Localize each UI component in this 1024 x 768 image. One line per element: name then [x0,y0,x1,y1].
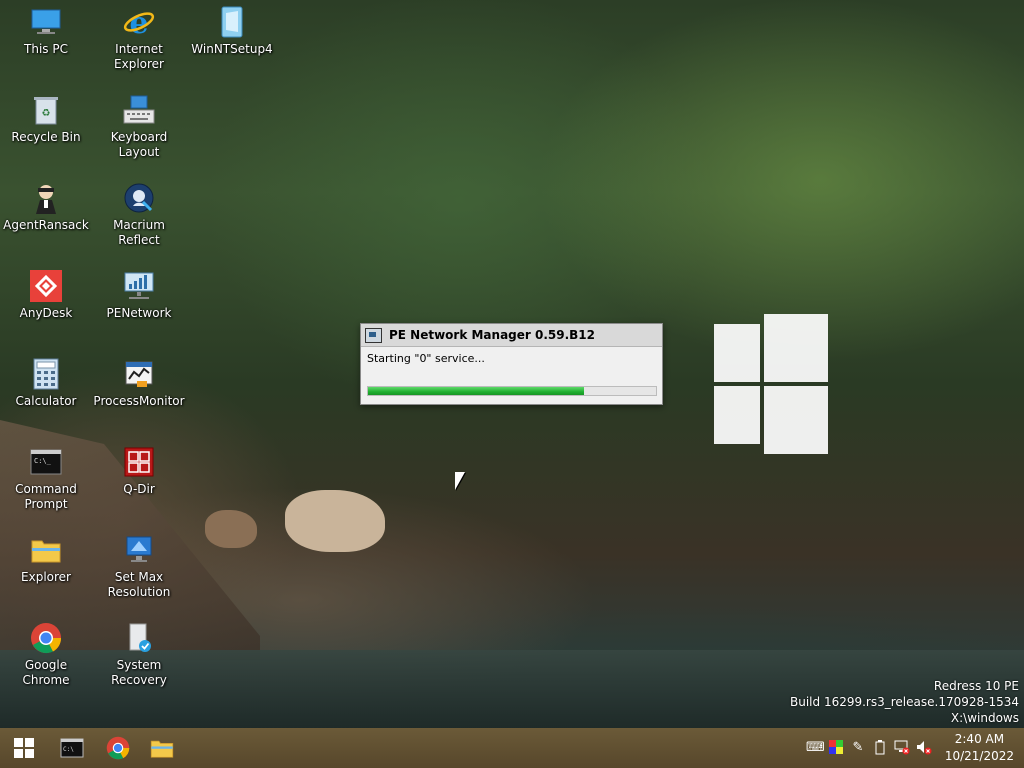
system-info-watermark: Redress 10 PE Build 16299.rs3_release.17… [790,678,1019,726]
desktop-icon-processmonitor[interactable]: ProcessMonitor [93,358,185,409]
desktop-icon-q-dir[interactable]: Q-Dir [93,446,185,497]
macrium-reflect-icon [123,182,155,214]
system-info-build: Build 16299.rs3_release.170928-1534 [790,695,1019,709]
taskbar-explorer[interactable] [142,732,182,764]
dialog-titlebar[interactable]: PE Network Manager 0.59.B12 [361,324,662,347]
desktop-icon-set-max-resolution[interactable]: Set Max Resolution [93,534,185,600]
pen-icon[interactable]: ✎ [850,740,866,756]
system-info-edition: Redress 10 PE [933,679,1019,693]
desktop-icon-calculator[interactable]: Calculator [0,358,92,409]
system-recovery-icon [123,622,155,654]
desktop-icon-internet-explorer[interactable]: e Internet Explorer [93,6,185,72]
qdir-icon [123,446,155,478]
dialog-title: PE Network Manager 0.59.B12 [389,328,596,342]
taskbar-clock[interactable]: 2:40 AM 10/21/2022 [945,731,1014,765]
start-button[interactable] [4,732,44,764]
wallpaper-cub [205,510,257,548]
desktop-icon-macrium-reflect[interactable]: Macrium Reflect [93,182,185,248]
desktop-icon-system-recovery[interactable]: System Recovery [93,622,185,688]
svg-text:C:\_: C:\_ [34,457,52,465]
internet-explorer-icon: e [123,6,155,38]
network-disconnected-icon[interactable] [894,740,910,756]
desktop-icon-penetwork[interactable]: PENetwork [93,270,185,321]
desktop-icon-command-prompt[interactable]: C:\_ Command Prompt [0,446,92,512]
desktop-icon-this-pc[interactable]: This PC [0,6,92,57]
wallpaper-bear [285,490,385,552]
anydesk-icon [30,270,62,302]
pe-network-manager-dialog[interactable]: PE Network Manager 0.59.B12 Starting "0"… [360,323,663,405]
penetwork-icon [123,270,155,302]
start-icon [14,738,34,758]
process-monitor-icon [123,358,155,390]
command-prompt-icon: C:\ [60,738,84,758]
computer-icon [30,6,62,38]
progress-bar-fill [368,387,584,395]
color-icon[interactable] [828,740,844,756]
battery-icon[interactable] [872,740,888,756]
desktop-icon-keyboard-layout[interactable]: Keyboard Layout [93,94,185,160]
svg-text:e: e [129,6,148,38]
clock-date: 10/21/2022 [944,749,1014,763]
taskbar-command-prompt[interactable]: C:\ [52,732,92,764]
display-icon [123,534,155,566]
volume-muted-icon[interactable] [916,740,932,756]
command-prompt-icon: C:\_ [30,446,62,478]
taskbar-chrome[interactable] [98,732,138,764]
desktop-icon-recycle-bin[interactable]: ♻ Recycle Bin [0,94,92,145]
winntsetup-icon [216,6,248,38]
chrome-icon [106,736,130,760]
keyboard-icon[interactable]: ⌨ [806,740,825,756]
folder-icon [30,534,62,566]
calculator-icon [30,358,62,390]
dialog-status-text: Starting "0" service... [367,352,485,365]
desktop-icon-anydesk[interactable]: AnyDesk [0,270,92,321]
system-info-path: X:\windows [950,711,1019,725]
desktop-icon-google-chrome[interactable]: Google Chrome [0,622,92,688]
svg-text:C:\: C:\ [63,746,74,753]
desktop-icon-winntsetup4[interactable]: WinNTSetup4 [186,6,278,57]
windows-logo [714,314,828,454]
network-manager-icon [365,327,382,343]
desktop-icon-explorer[interactable]: Explorer [0,534,92,585]
recycle-bin-icon: ♻ [30,94,62,126]
taskbar: C:\ ⌨ ✎ 2:40 AM 10/21/2022 [0,728,1024,768]
keyboard-icon [123,94,155,126]
desktop: This PC ♻ Recycle Bin AgentRansack AnyDe… [0,0,1024,728]
agent-ransack-icon [30,182,62,214]
folder-icon [150,740,174,758]
svg-text:♻: ♻ [42,108,51,119]
mouse-cursor [455,472,465,490]
clock-time: 2:40 AM [954,732,1005,746]
desktop-icon-agentransack[interactable]: AgentRansack [0,182,92,233]
chrome-icon [30,622,62,654]
progress-bar [367,386,657,396]
system-tray: ⌨ ✎ [806,740,932,756]
